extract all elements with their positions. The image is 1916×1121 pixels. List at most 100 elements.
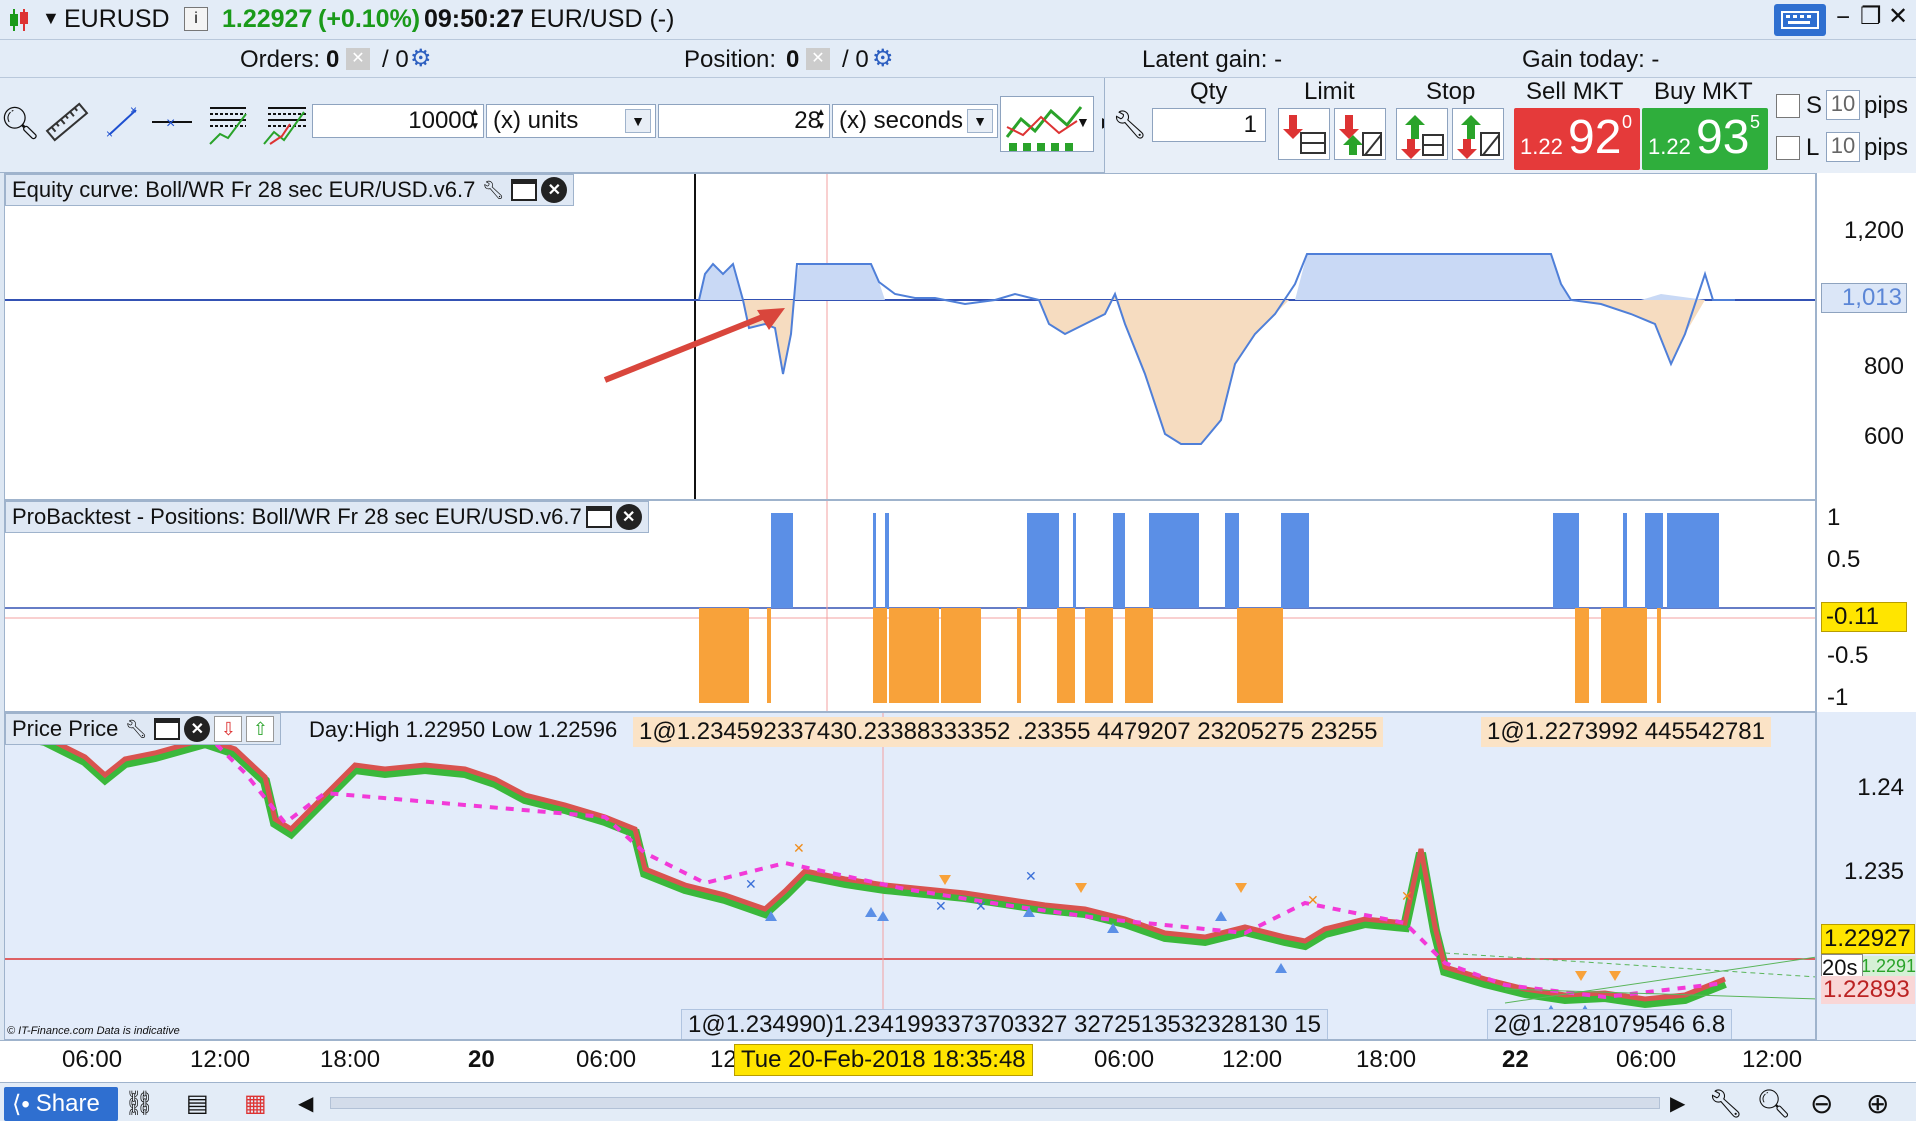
time-label: 18:00 — [1356, 1046, 1417, 1073]
time-label: 12:00 — [190, 1046, 251, 1073]
orders-gear-icon[interactable]: ⚙ — [410, 44, 432, 73]
data-disclaimer: © IT-Finance.com Data is indicative — [7, 1025, 180, 1037]
limit-label: Limit — [1304, 78, 1355, 105]
period-stepper[interactable]: ▲ ▼ — [816, 106, 826, 134]
chevron-down-icon[interactable]: ▼ — [967, 109, 993, 133]
equity-panel-header: Equity curve: Boll/WR Fr 28 sec EUR/USD.… — [5, 174, 575, 206]
qty-label: Qty — [1190, 78, 1228, 105]
equity-curve-panel[interactable]: Equity curve: Boll/WR Fr 28 sec EUR/USD.… — [4, 173, 1816, 500]
time-label: 12:00 — [1742, 1046, 1803, 1073]
instrument-name: EUR/USD (-) — [530, 5, 675, 33]
buy-arrow-icon[interactable]: ⇧ — [246, 716, 275, 742]
svg-text:✕: ✕ — [793, 840, 805, 856]
restore-icon[interactable]: ❐ — [1860, 2, 1882, 31]
close-icon[interactable]: ✕ — [1888, 2, 1908, 31]
limit-checkbox[interactable] — [1776, 136, 1800, 160]
zoom-out-icon[interactable]: ⊖ — [1810, 1087, 1833, 1120]
positions-panel[interactable]: ProBacktest - Positions: Boll/WR Fr 28 s… — [4, 500, 1816, 712]
day-range: Day:High 1.22950 Low 1.22596 — [309, 717, 618, 742]
sell-stop-button[interactable] — [1396, 108, 1448, 160]
fibonacci-tool-icon[interactable] — [206, 100, 250, 146]
horizontal-line-tool-icon[interactable]: × — [150, 104, 194, 140]
window-icon[interactable] — [154, 718, 181, 740]
symbol-name[interactable]: EURUSD — [64, 5, 170, 34]
position-gear-icon[interactable]: ⚙ — [872, 44, 894, 73]
ruler-tool-icon[interactable] — [44, 102, 90, 142]
share-button[interactable]: ⟨• Share — [4, 1087, 118, 1121]
buy-limit-button[interactable] — [1334, 108, 1386, 160]
buy-stop-button[interactable] — [1452, 108, 1504, 160]
time-label: 20 — [468, 1046, 495, 1073]
s-label: S — [1806, 92, 1823, 119]
svg-text:✕: ✕ — [975, 898, 987, 914]
scroll-left-icon[interactable]: ◀ — [298, 1091, 313, 1116]
equity-loss-area — [743, 294, 1705, 444]
price-panel-header: Price Price 🔧︎ ✕ ⇩ ⇧ — [5, 713, 282, 745]
trendline-tool-icon[interactable]: × × — [106, 103, 140, 141]
limit-pips-input[interactable]: 10 — [1826, 132, 1860, 162]
channel-tool-icon[interactable] — [260, 100, 310, 146]
size-input[interactable]: 10000 — [312, 104, 484, 138]
period-input[interactable]: 28 — [658, 104, 830, 138]
candlestick-icon[interactable] — [8, 7, 30, 33]
svg-text:×: × — [106, 127, 113, 140]
info-icon[interactable]: i — [184, 7, 208, 31]
time-label: 12 — [710, 1046, 737, 1073]
horizontal-scrollbar[interactable] — [330, 1097, 1660, 1109]
equity-axis: 1,200 1,013 800 600 — [1816, 173, 1916, 500]
sell-limit-button[interactable] — [1278, 108, 1330, 160]
axis-tick: -1 — [1827, 684, 1849, 711]
svg-text:×: × — [166, 115, 175, 132]
wrench-icon[interactable]: 🔧︎ — [479, 177, 507, 203]
axis-tick: 0.5 — [1827, 546, 1861, 573]
wrench-icon[interactable]: 🔧︎ — [122, 716, 150, 742]
window-icon[interactable] — [511, 179, 538, 201]
minimize-icon[interactable]: − — [1836, 4, 1850, 32]
size-stepper[interactable]: ▲ ▼ — [470, 106, 480, 134]
close-icon[interactable]: ✕ — [184, 716, 211, 742]
annotation-arrow — [603, 309, 777, 383]
title-bar: ▼ EURUSD i 1.22927 (+0.10%) 09:50:27 EUR… — [0, 0, 1916, 40]
l-label: L — [1806, 134, 1820, 161]
share-label: Share — [35, 1090, 100, 1117]
close-position-icon[interactable]: ✕ — [806, 48, 830, 70]
close-icon[interactable]: ✕ — [541, 177, 568, 203]
buy-price-sup: 5 — [1750, 112, 1761, 132]
notes-icon[interactable]: ▤ — [186, 1089, 209, 1118]
link-icon[interactable]: ⛓ — [124, 1089, 154, 1118]
price-chart: ✕ ✕ ✕ ✕ ✕ ✕ ✕ — [5, 713, 1815, 1039]
bid-price-marker: 1.22893 — [1821, 976, 1915, 1004]
order-tag: 1@1.234990)1.2341993373703327 3272513532… — [681, 1009, 1328, 1039]
long-positions — [771, 513, 1719, 608]
share-icon: ⟨• — [12, 1090, 30, 1118]
wrench-icon[interactable]: 🔧︎ — [1112, 108, 1148, 141]
close-icon[interactable]: ✕ — [615, 504, 642, 530]
layers-icon[interactable]: ▦ — [244, 1089, 267, 1118]
wrench-icon[interactable]: 🔧︎ — [1708, 1087, 1744, 1120]
buy-mkt-button[interactable]: 1.22 93 5 — [1642, 108, 1768, 170]
qty-input[interactable]: 1 — [1152, 108, 1266, 142]
period-unit-label: (x) seconds — [839, 107, 964, 134]
cancel-orders-icon[interactable]: ✕ — [346, 48, 370, 70]
orders-bar: Orders: 0 ✕ / 0 ⚙ Position: 0 ✕ / 0 ⚙ La… — [0, 40, 1916, 78]
period-unit-select[interactable]: (x) seconds ▼ — [832, 104, 998, 138]
scroll-right-icon[interactable]: ▶ — [1670, 1091, 1685, 1116]
sell-mkt-button[interactable]: 1.22 92 0 — [1514, 108, 1640, 170]
strategy-dropdown-icon[interactable]: ▼ — [1076, 114, 1090, 130]
price-panel[interactable]: ✕ ✕ ✕ ✕ ✕ ✕ ✕ Price Price 🔧︎ ✕ ⇩ ⇧ Day:High 1… — [4, 712, 1816, 1040]
zoom-in-icon[interactable]: ⊕ — [1866, 1087, 1889, 1120]
sell-arrow-icon[interactable]: ⇩ — [214, 716, 243, 742]
size-unit-select[interactable]: (x) units ▼ — [486, 104, 656, 138]
zoom-tool-icon[interactable]: 🔍︎ — [0, 104, 41, 142]
equity-panel-title: Equity curve: Boll/WR Fr 28 sec EUR/USD.… — [12, 177, 476, 202]
keyboard-icon[interactable] — [1774, 4, 1826, 36]
stop-checkbox[interactable] — [1776, 94, 1800, 118]
zoom-vertical-icon[interactable]: 🔍︎ — [1756, 1087, 1792, 1120]
chevron-down-icon[interactable]: ▼ — [42, 8, 60, 29]
gain-today: Gain today: - — [1522, 46, 1660, 73]
chevron-down-icon[interactable]: ▼ — [625, 109, 651, 133]
window-icon[interactable] — [585, 506, 612, 528]
time-label: 06:00 — [1616, 1046, 1677, 1073]
buy-signals — [765, 907, 1591, 1015]
stop-pips-input[interactable]: 10 — [1826, 90, 1860, 120]
